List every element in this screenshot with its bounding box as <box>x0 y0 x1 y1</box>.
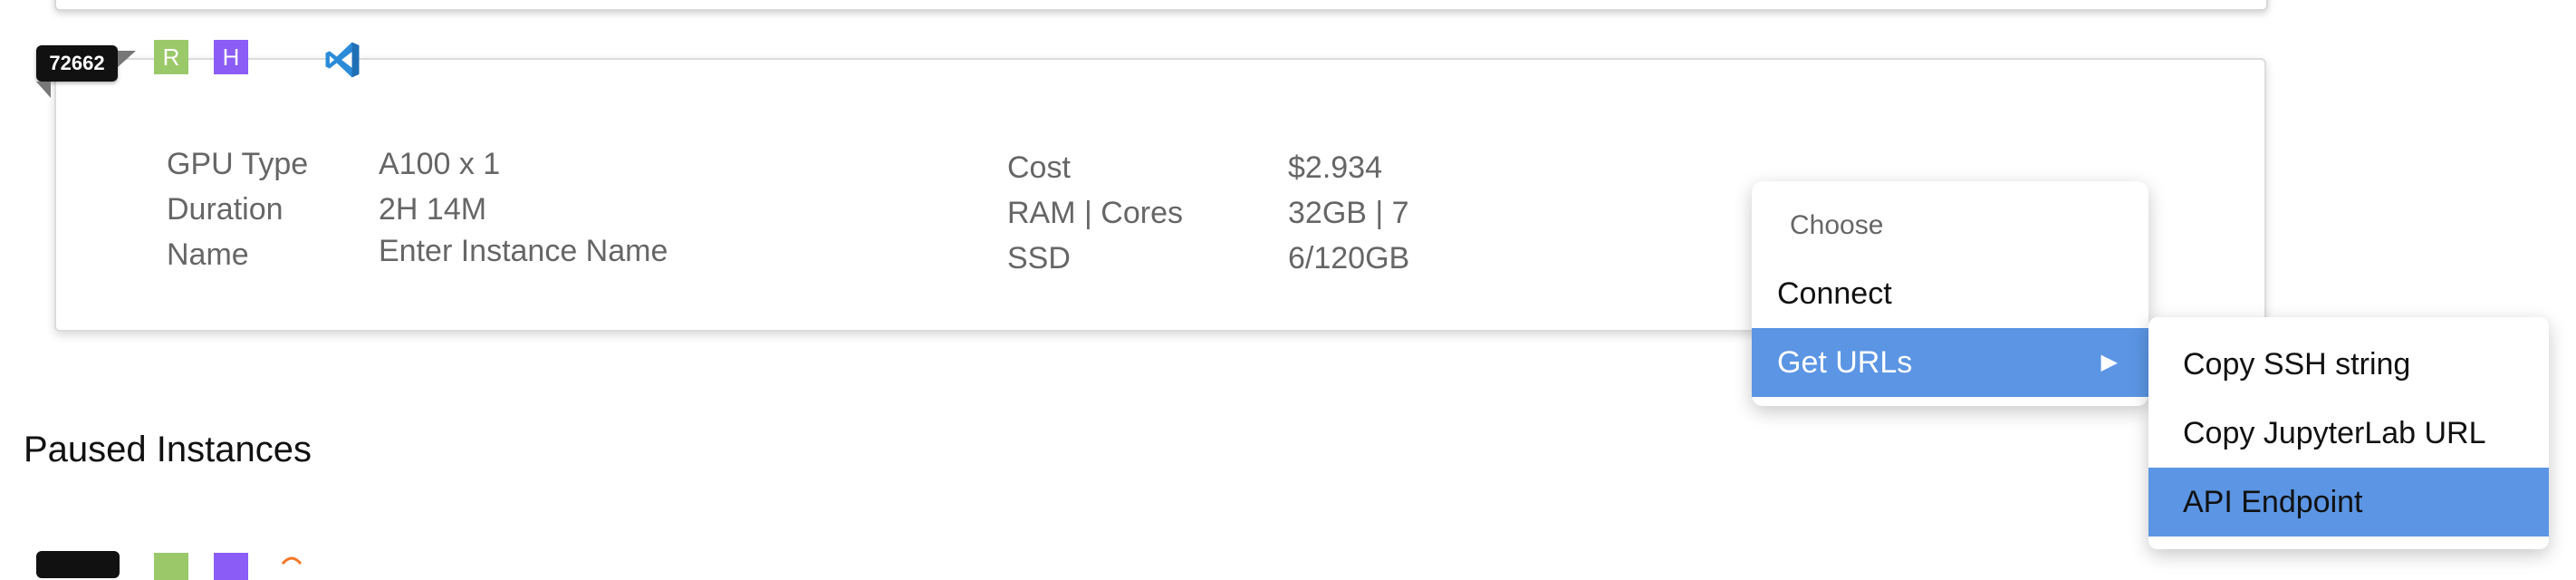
field-label-name: Name <box>167 237 249 272</box>
badge-fold-left <box>36 82 51 98</box>
badge-fold-right <box>118 51 136 67</box>
instance-id-text: 72662 <box>49 52 105 74</box>
submenu-item-api-endpoint[interactable]: API Endpoint <box>2148 468 2549 536</box>
menu-item-connect-label: Connect <box>1777 276 1892 311</box>
next-tag-h-badge <box>214 553 248 580</box>
tag-h-badge: H <box>214 40 248 74</box>
field-value-gpu-type: A100 x 1 <box>379 147 501 181</box>
field-label-cost: Cost <box>1007 150 1071 185</box>
previous-instance-card <box>54 0 2268 11</box>
menu-item-connect[interactable]: Connect <box>1752 259 2148 328</box>
field-value-cost: $2.934 <box>1288 150 1382 185</box>
jupyter-icon[interactable] <box>281 547 303 569</box>
next-instance-id-badge <box>36 551 120 578</box>
tag-r-badge: R <box>154 40 188 74</box>
field-label-ssd: SSD <box>1007 241 1071 276</box>
submenu-item-copy-ssh[interactable]: Copy SSH string <box>2148 330 2549 399</box>
menu-item-get-urls[interactable]: Get URLs ▶ <box>1752 328 2148 397</box>
submenu-arrow-icon: ▶ <box>2100 350 2118 374</box>
field-label-ram-cores: RAM | Cores <box>1007 196 1183 230</box>
instance-id-badge: 72662 <box>36 45 136 98</box>
menu-item-get-urls-label: Get URLs <box>1777 345 1913 380</box>
vscode-icon[interactable] <box>322 40 362 80</box>
field-value-duration: 2H 14M <box>379 192 487 227</box>
menu-header: Choose <box>1790 210 1884 240</box>
field-value-ram-cores: 32GB | 7 <box>1288 196 1409 230</box>
context-menu: Choose Connect Get URLs ▶ <box>1752 181 2148 406</box>
instance-name-input[interactable]: Enter Instance Name <box>379 234 668 269</box>
field-label-duration: Duration <box>167 192 284 227</box>
submenu-item-copy-jupyterlab[interactable]: Copy JupyterLab URL <box>2148 399 2549 468</box>
next-tag-r-badge <box>154 553 188 580</box>
field-value-ssd: 6/120GB <box>1288 241 1410 276</box>
urls-submenu: Copy SSH string Copy JupyterLab URL API … <box>2148 317 2549 549</box>
field-label-gpu-type: GPU Type <box>167 147 309 181</box>
paused-instances-heading: Paused Instances <box>24 430 312 469</box>
